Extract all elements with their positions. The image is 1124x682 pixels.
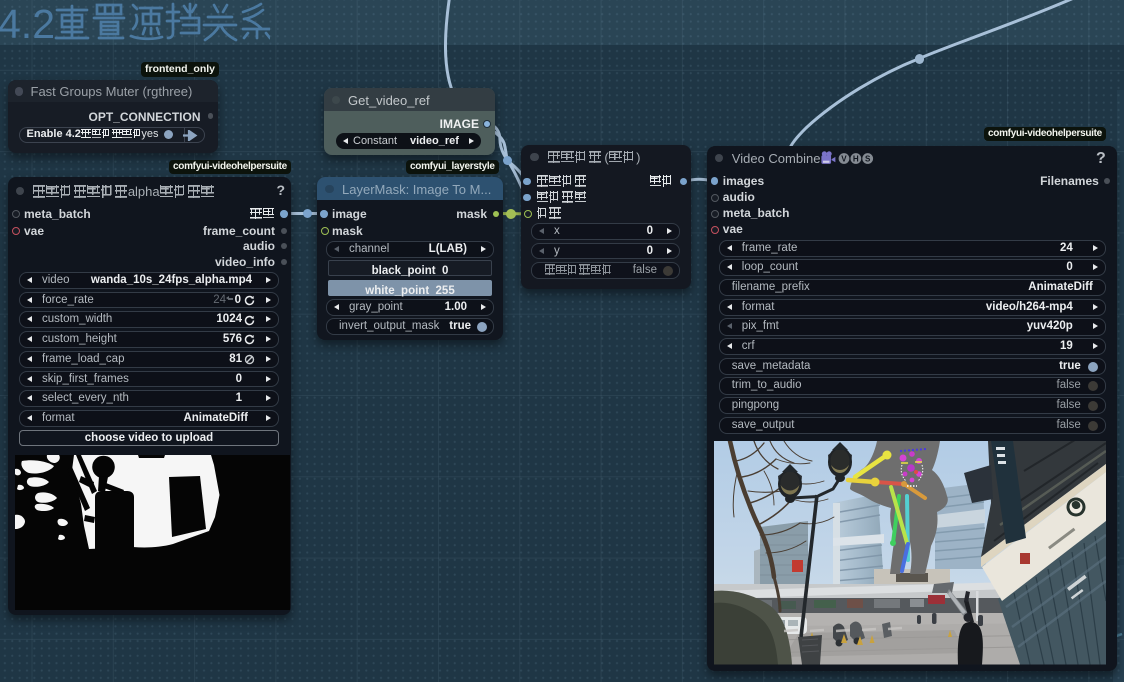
svg-text:H: H (853, 154, 859, 163)
svg-text:S: S (865, 154, 871, 163)
svg-text:V: V (841, 154, 847, 163)
